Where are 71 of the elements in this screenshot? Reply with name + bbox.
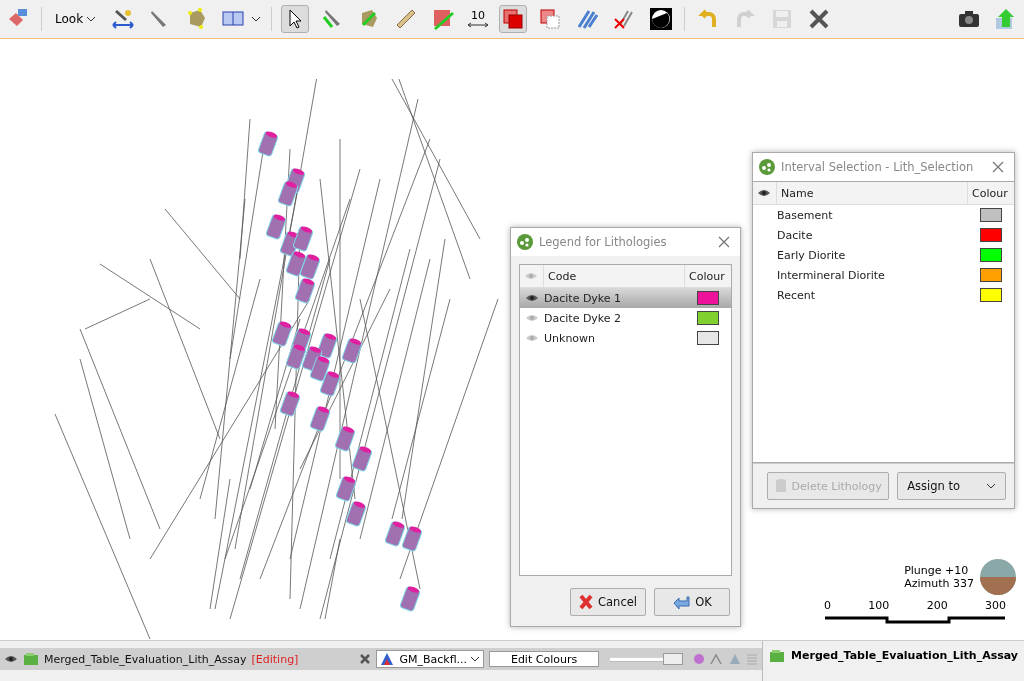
dialog-title: Interval Selection - Lith_Selection bbox=[781, 160, 975, 174]
legend-row[interactable]: Dacite Dyke 2 bbox=[520, 308, 731, 328]
triangle-icon bbox=[729, 653, 742, 665]
edit-colours-button[interactable]: Edit Colours bbox=[489, 651, 600, 667]
column-header[interactable]: Code bbox=[544, 265, 685, 287]
colour-swatch[interactable] bbox=[980, 248, 1002, 262]
legend-row[interactable]: Unknown bbox=[520, 328, 731, 348]
close-icon bbox=[359, 653, 372, 665]
scale-label: 0 bbox=[824, 599, 831, 612]
panel-title: Merged_Table_Evaluation_Lith_Assay bbox=[791, 649, 1018, 662]
width-arrow-icon bbox=[467, 22, 490, 28]
lithology-name: Intermineral Diorite bbox=[777, 268, 886, 282]
lithology-name: Basement bbox=[777, 208, 834, 222]
lithology-name: Early Diorite bbox=[777, 248, 847, 262]
sphere-icon bbox=[693, 653, 706, 665]
legend-row[interactable]: Dacite Dyke 1 bbox=[520, 288, 731, 308]
contrast-icon bbox=[649, 7, 674, 31]
plunge-label: Plunge +10 bbox=[904, 564, 970, 577]
caret-icon bbox=[470, 656, 481, 662]
scale-label: 200 bbox=[926, 599, 948, 612]
cylinder-icon bbox=[774, 478, 787, 494]
ok-button[interactable]: OK bbox=[654, 588, 730, 616]
colour-swatch[interactable] bbox=[980, 208, 1002, 222]
scale-label: 100 bbox=[868, 599, 890, 612]
colormap-dropdown[interactable]: GM_Backfl... bbox=[376, 650, 485, 668]
lithology-code: Unknown bbox=[544, 331, 597, 345]
plane-line-icon bbox=[431, 7, 456, 31]
stacked-squares-icon bbox=[501, 7, 526, 31]
cancel-button[interactable]: Cancel bbox=[570, 588, 646, 616]
column-header[interactable]: Name bbox=[777, 182, 968, 204]
move-shape-icon bbox=[111, 7, 136, 31]
cancel-icon bbox=[579, 594, 593, 610]
colour-swatch[interactable] bbox=[697, 291, 719, 305]
table-icon bbox=[769, 649, 786, 663]
caret-icon bbox=[251, 16, 262, 22]
column-header[interactable]: Colour bbox=[685, 265, 731, 287]
pointer-tool[interactable] bbox=[281, 5, 310, 33]
close-icon bbox=[718, 236, 730, 248]
lithology-code: Dacite Dyke 1 bbox=[544, 291, 623, 305]
eye-icon bbox=[757, 187, 771, 199]
dialog-title: Legend for Lithologies bbox=[539, 235, 668, 249]
line-width-label: 10 bbox=[471, 10, 486, 22]
orientation-globe-icon bbox=[980, 559, 1016, 595]
stacked-squares-tool[interactable] bbox=[499, 5, 528, 33]
colour-swatch[interactable] bbox=[697, 331, 719, 345]
lithology-name: Recent bbox=[777, 288, 817, 302]
assign-to-button[interactable]: Assign to bbox=[897, 472, 1006, 500]
eye-icon bbox=[524, 270, 538, 282]
lithology-name: Dacite bbox=[777, 228, 814, 242]
scale-label: 300 bbox=[985, 599, 1006, 612]
caret-icon bbox=[986, 483, 997, 489]
overlap-squares-icon bbox=[538, 7, 563, 31]
close-icon bbox=[992, 161, 1004, 173]
colour-swatch[interactable] bbox=[980, 228, 1002, 242]
eye-icon bbox=[4, 653, 18, 665]
app-logo-icon bbox=[759, 159, 775, 175]
colour-swatch[interactable] bbox=[697, 311, 719, 325]
colour-swatch[interactable] bbox=[980, 268, 1002, 282]
column-header[interactable]: Colour bbox=[968, 182, 1014, 204]
slider-thumb[interactable] bbox=[663, 653, 684, 665]
caret-icon bbox=[86, 16, 97, 22]
object-name: Merged_Table_Evaluation_Lith_Assay bbox=[44, 652, 247, 666]
enter-arrow-icon bbox=[672, 595, 691, 609]
peak-icon bbox=[710, 653, 725, 665]
colour-swatch[interactable] bbox=[980, 288, 1002, 302]
azimuth-label: Azimuth 337 bbox=[904, 577, 974, 590]
app-logo-icon bbox=[517, 234, 533, 250]
table-icon bbox=[23, 652, 39, 666]
look-menu[interactable]: Look bbox=[51, 5, 101, 33]
lithology-code: Dacite Dyke 2 bbox=[544, 311, 623, 325]
editing-status: [Editing] bbox=[251, 652, 299, 666]
